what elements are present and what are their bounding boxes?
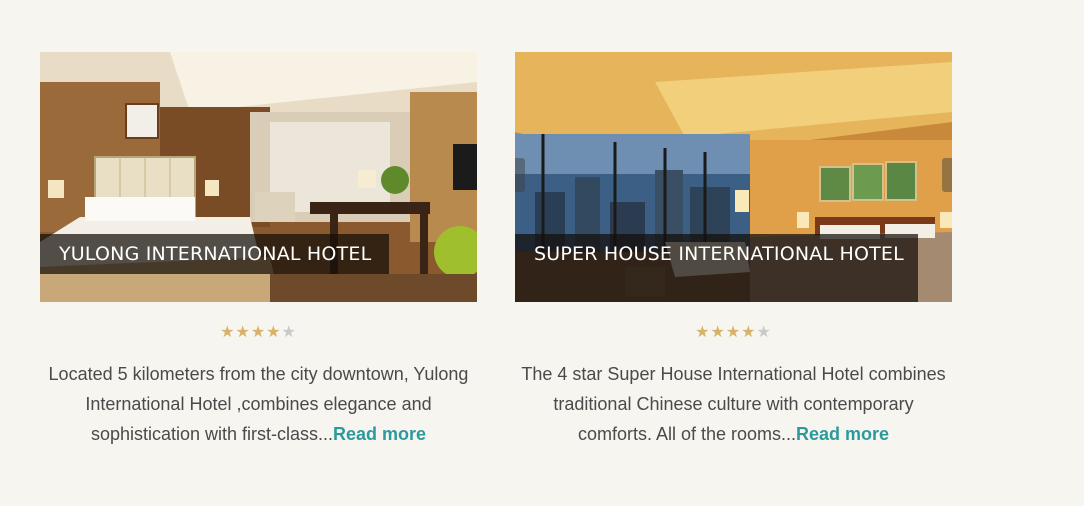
hotel-card: SUPER HOUSE INTERNATIONAL HOTEL ★★★★★ Th… <box>515 52 952 449</box>
hotel-title[interactable]: SUPER HOUSE INTERNATIONAL HOTEL <box>515 234 918 302</box>
hotel-photo-link[interactable]: YULONG INTERNATIONAL HOTEL <box>40 52 477 302</box>
star-filled-icon: ★ <box>725 324 742 341</box>
star-empty-icon: ★ <box>281 324 297 341</box>
star-rating: ★★★★★ <box>40 325 477 341</box>
star-filled-icon: ★ <box>710 324 726 341</box>
hotel-title[interactable]: YULONG INTERNATIONAL HOTEL <box>40 234 389 274</box>
star-filled-icon: ★ <box>741 324 757 341</box>
carousel-next-button[interactable] <box>942 158 952 192</box>
hotel-cards: YULONG INTERNATIONAL HOTEL ★★★★★ Located… <box>0 0 1084 506</box>
read-more-link[interactable]: Read more <box>796 424 889 444</box>
star-filled-icon: ★ <box>250 324 267 341</box>
hotel-description: The 4 star Super House International Hot… <box>515 359 952 449</box>
star-filled-icon: ★ <box>220 324 236 341</box>
star-rating: ★★★★★ <box>515 325 952 341</box>
star-filled-icon: ★ <box>235 324 251 341</box>
star-empty-icon: ★ <box>756 324 772 341</box>
read-more-link[interactable]: Read more <box>333 424 426 444</box>
carousel-prev-button[interactable] <box>515 158 525 192</box>
hotel-description: Located 5 kilometers from the city downt… <box>40 359 477 449</box>
star-filled-icon: ★ <box>266 324 282 341</box>
hotel-card: YULONG INTERNATIONAL HOTEL ★★★★★ Located… <box>40 52 477 449</box>
star-filled-icon: ★ <box>695 324 711 341</box>
hotel-photo-link[interactable]: SUPER HOUSE INTERNATIONAL HOTEL <box>515 52 952 302</box>
